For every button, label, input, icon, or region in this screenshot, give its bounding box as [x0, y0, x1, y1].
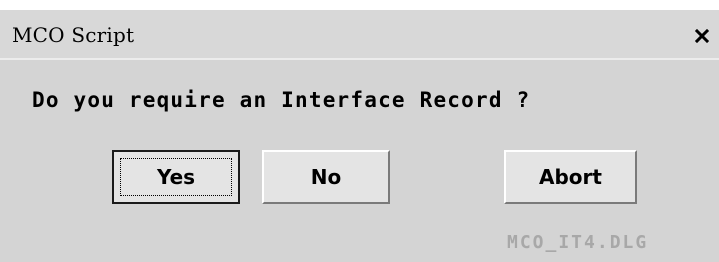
close-button[interactable]: [687, 23, 717, 49]
close-icon: [695, 29, 709, 43]
no-button-label: No: [310, 165, 342, 189]
dialog-message: Do you require an Interface Record ?: [32, 88, 531, 112]
window-title: MCO Script: [12, 23, 135, 47]
dialog-window: MCO Script Do you require an Interface R…: [0, 10, 719, 262]
abort-button-label: Abort: [539, 165, 602, 189]
dialog-file-id: MCO_IT4.DLG: [507, 232, 649, 253]
yes-button-label: Yes: [156, 165, 196, 189]
title-bar[interactable]: MCO Script: [0, 10, 719, 60]
abort-button[interactable]: Abort: [504, 150, 637, 204]
no-button[interactable]: No: [262, 150, 390, 204]
yes-button[interactable]: Yes: [112, 150, 240, 204]
